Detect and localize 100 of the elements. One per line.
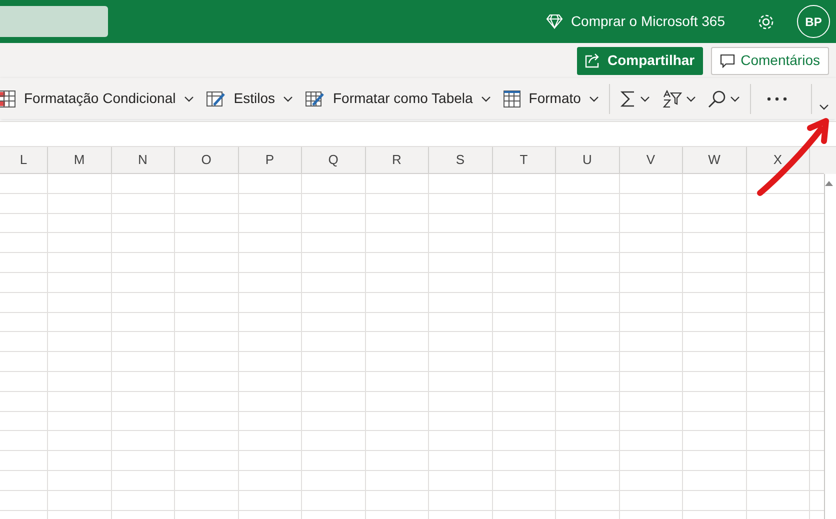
grid-cell[interactable] xyxy=(175,312,238,332)
grid-cell[interactable] xyxy=(302,412,366,432)
ribbon-button[interactable]: Formatar como Tabela xyxy=(298,82,497,114)
grid-cell[interactable] xyxy=(429,451,492,471)
grid-cell[interactable] xyxy=(556,372,620,392)
grid-cell[interactable] xyxy=(175,451,238,471)
column-header[interactable]: T xyxy=(492,147,556,174)
grid-cell[interactable] xyxy=(238,194,302,214)
grid-cell[interactable] xyxy=(366,332,429,352)
grid-cell[interactable] xyxy=(48,233,112,254)
grid-cell[interactable] xyxy=(746,214,810,234)
grid-cell[interactable] xyxy=(683,253,746,273)
grid-cell[interactable] xyxy=(683,272,746,293)
grid-cell[interactable] xyxy=(175,470,238,491)
grid-cell[interactable] xyxy=(683,233,746,254)
column-header[interactable]: P xyxy=(238,147,302,174)
grid-cell[interactable] xyxy=(683,470,746,491)
grid-cell[interactable] xyxy=(620,431,683,452)
ribbon-button[interactable]: Formatação Condicional xyxy=(0,82,200,114)
grid-cell[interactable] xyxy=(175,431,238,452)
grid-cell[interactable] xyxy=(620,194,683,214)
grid-cell[interactable] xyxy=(302,372,366,392)
grid-cell[interactable] xyxy=(683,392,746,412)
grid-cell[interactable] xyxy=(556,233,620,254)
grid-cell[interactable] xyxy=(302,194,366,214)
grid-cell[interactable] xyxy=(112,352,175,372)
grid-cell[interactable] xyxy=(366,352,429,372)
grid-cell[interactable] xyxy=(620,312,683,332)
buy-link[interactable]: Comprar o Microsoft 365 xyxy=(546,11,725,32)
grid-cell[interactable] xyxy=(112,194,175,214)
grid-cell[interactable] xyxy=(302,253,366,273)
grid-cell[interactable] xyxy=(683,352,746,372)
grid-cell[interactable] xyxy=(238,312,302,332)
ribbon-button[interactable]: Estilos xyxy=(200,82,299,114)
grid-cell[interactable] xyxy=(48,470,112,491)
grid-cell[interactable] xyxy=(556,332,620,352)
ribbon-button[interactable]: Formato xyxy=(496,82,605,114)
grid-cell[interactable] xyxy=(492,214,556,234)
grid-cell[interactable] xyxy=(492,392,556,412)
grid-cell[interactable] xyxy=(556,312,620,332)
grid-cell[interactable] xyxy=(48,272,112,293)
grid-cell[interactable] xyxy=(429,332,492,352)
grid-cell[interactable] xyxy=(0,352,48,372)
grid-cell[interactable] xyxy=(746,272,810,293)
column-header[interactable] xyxy=(810,147,824,174)
grid-cell[interactable] xyxy=(556,412,620,432)
grid-cell[interactable] xyxy=(112,412,175,432)
grid-cell[interactable] xyxy=(112,214,175,234)
grid-cell[interactable] xyxy=(366,412,429,432)
grid-cell[interactable] xyxy=(746,451,810,471)
grid-cell[interactable] xyxy=(620,352,683,372)
column-header[interactable]: R xyxy=(366,147,429,174)
grid-cell[interactable] xyxy=(366,233,429,254)
column-header[interactable]: W xyxy=(683,147,746,174)
grid-cell[interactable] xyxy=(429,372,492,392)
grid-cell[interactable] xyxy=(620,470,683,491)
grid-cell[interactable] xyxy=(48,431,112,452)
grid-cell[interactable] xyxy=(492,272,556,293)
grid-cell[interactable] xyxy=(0,431,48,452)
grid-cell[interactable] xyxy=(175,272,238,293)
grid-cell[interactable] xyxy=(112,292,175,313)
grid-cell[interactable] xyxy=(429,352,492,372)
grid-cell[interactable] xyxy=(492,352,556,372)
grid-cell[interactable] xyxy=(620,253,683,273)
grid-cell[interactable] xyxy=(429,194,492,214)
grid-cell[interactable] xyxy=(683,174,746,194)
grid-cell[interactable] xyxy=(492,233,556,254)
grid-cell[interactable] xyxy=(556,490,620,511)
grid-cell[interactable] xyxy=(492,451,556,471)
grid-cell[interactable] xyxy=(556,253,620,273)
grid-cell[interactable] xyxy=(429,253,492,273)
grid-cell[interactable] xyxy=(238,392,302,412)
grid-cell[interactable] xyxy=(683,332,746,352)
grid-cell[interactable] xyxy=(48,490,112,511)
grid-cell[interactable] xyxy=(366,194,429,214)
grid-cell[interactable] xyxy=(620,272,683,293)
grid-cell[interactable] xyxy=(746,392,810,412)
grid-cell[interactable] xyxy=(366,174,429,194)
grid-cell[interactable] xyxy=(366,253,429,273)
grid-cell[interactable] xyxy=(302,431,366,452)
grid-cell[interactable] xyxy=(620,332,683,352)
grid-cell[interactable] xyxy=(620,412,683,432)
grid-cell[interactable] xyxy=(683,490,746,511)
grid-cell[interactable] xyxy=(429,392,492,412)
grid-cell[interactable] xyxy=(238,292,302,313)
grid-cell[interactable] xyxy=(429,233,492,254)
grid-cell[interactable] xyxy=(112,490,175,511)
grid-cell[interactable] xyxy=(366,272,429,293)
grid-cell[interactable] xyxy=(620,292,683,313)
column-header[interactable]: N xyxy=(112,147,175,174)
grid-cell[interactable] xyxy=(112,332,175,352)
grid-cell[interactable] xyxy=(302,312,366,332)
grid-cell[interactable] xyxy=(175,194,238,214)
grid-cell[interactable] xyxy=(48,392,112,412)
grid-cell[interactable] xyxy=(48,292,112,313)
grid-cell[interactable] xyxy=(302,490,366,511)
grid-cell[interactable] xyxy=(683,312,746,332)
grid-cell[interactable] xyxy=(746,312,810,332)
grid-cell[interactable] xyxy=(429,214,492,234)
grid-cell[interactable] xyxy=(238,233,302,254)
